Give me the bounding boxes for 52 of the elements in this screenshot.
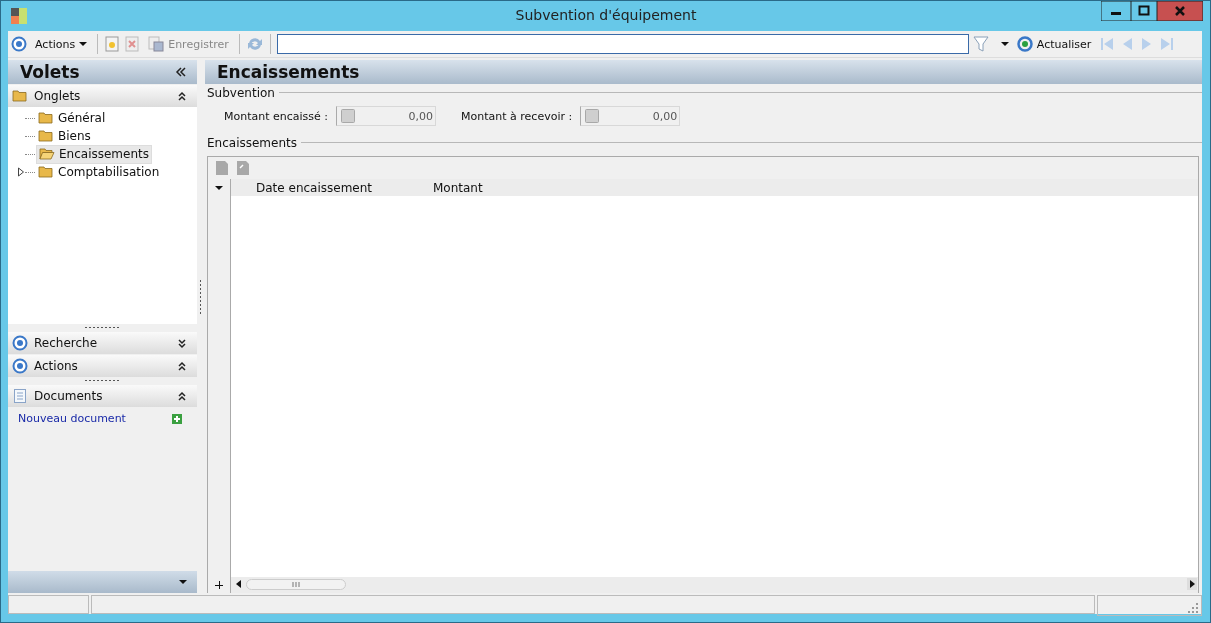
target-icon[interactable] <box>11 36 27 52</box>
horizontal-scrollbar[interactable] <box>231 577 1198 593</box>
resize-grip-icon[interactable] <box>1188 603 1198 613</box>
folder-icon <box>12 88 28 104</box>
add-icon[interactable] <box>172 413 182 424</box>
splitter-handle[interactable] <box>84 326 121 329</box>
caret-icon[interactable] <box>1000 41 1009 47</box>
document-icon <box>12 388 28 404</box>
caret-icon[interactable] <box>179 579 187 585</box>
section-header[interactable]: Actions <box>8 355 197 377</box>
scroll-right-icon[interactable] <box>1187 578 1197 590</box>
splitter-handle[interactable] <box>84 379 121 382</box>
tree-item[interactable]: Comptabilisation <box>36 163 162 181</box>
expand-icon[interactable] <box>17 167 25 177</box>
minimize-button[interactable] <box>1101 1 1131 21</box>
section-header[interactable]: Recherche <box>8 332 197 354</box>
tree-item[interactable]: Encaissements <box>36 144 152 164</box>
field-label: Montant à recevoir : <box>461 109 573 123</box>
section-header[interactable]: Onglets <box>8 85 197 107</box>
tree-item[interactable]: Biens <box>36 127 93 145</box>
scroll-left-icon[interactable] <box>235 579 243 589</box>
column-header[interactable]: Montant <box>433 180 610 195</box>
folder-icon <box>38 110 54 126</box>
filter-icon[interactable] <box>972 35 989 53</box>
actions-menu[interactable]: Actions <box>31 35 92 53</box>
field-label: Montant encaissé : <box>224 109 329 123</box>
scrollbar-thumb[interactable] <box>246 578 346 590</box>
tree-item[interactable]: Général <box>36 109 108 127</box>
window-title: Subvention d'équipement <box>514 7 698 23</box>
amount-field[interactable]: 0,00 <box>580 106 681 126</box>
caret-icon[interactable] <box>215 185 223 191</box>
search-field[interactable] <box>276 34 969 54</box>
group-label: Encaissements <box>207 135 297 150</box>
panel-title: Volets <box>20 62 80 82</box>
refresh-icon <box>1016 36 1033 52</box>
open-folder-icon <box>39 146 55 162</box>
section-header[interactable]: Documents <box>8 385 197 407</box>
maximize-button[interactable] <box>1131 1 1157 21</box>
target-icon <box>12 358 28 374</box>
amount-field[interactable]: 0,00 <box>336 106 437 126</box>
panel-title: Encaissements <box>217 62 360 82</box>
column-header[interactable]: Date encaissement <box>231 180 433 195</box>
refresh-button[interactable]: Actualiser <box>1012 34 1096 54</box>
group-label: Subvention <box>207 85 275 100</box>
new-document-link[interactable]: Nouveau document <box>18 412 126 425</box>
collapse-icon[interactable] <box>175 67 187 77</box>
target-icon <box>12 335 28 351</box>
splitter-handle[interactable] <box>199 280 202 316</box>
close-button[interactable] <box>1157 1 1203 21</box>
caret-icon <box>79 41 88 47</box>
save-icon <box>148 36 165 52</box>
app-icon <box>10 7 28 25</box>
